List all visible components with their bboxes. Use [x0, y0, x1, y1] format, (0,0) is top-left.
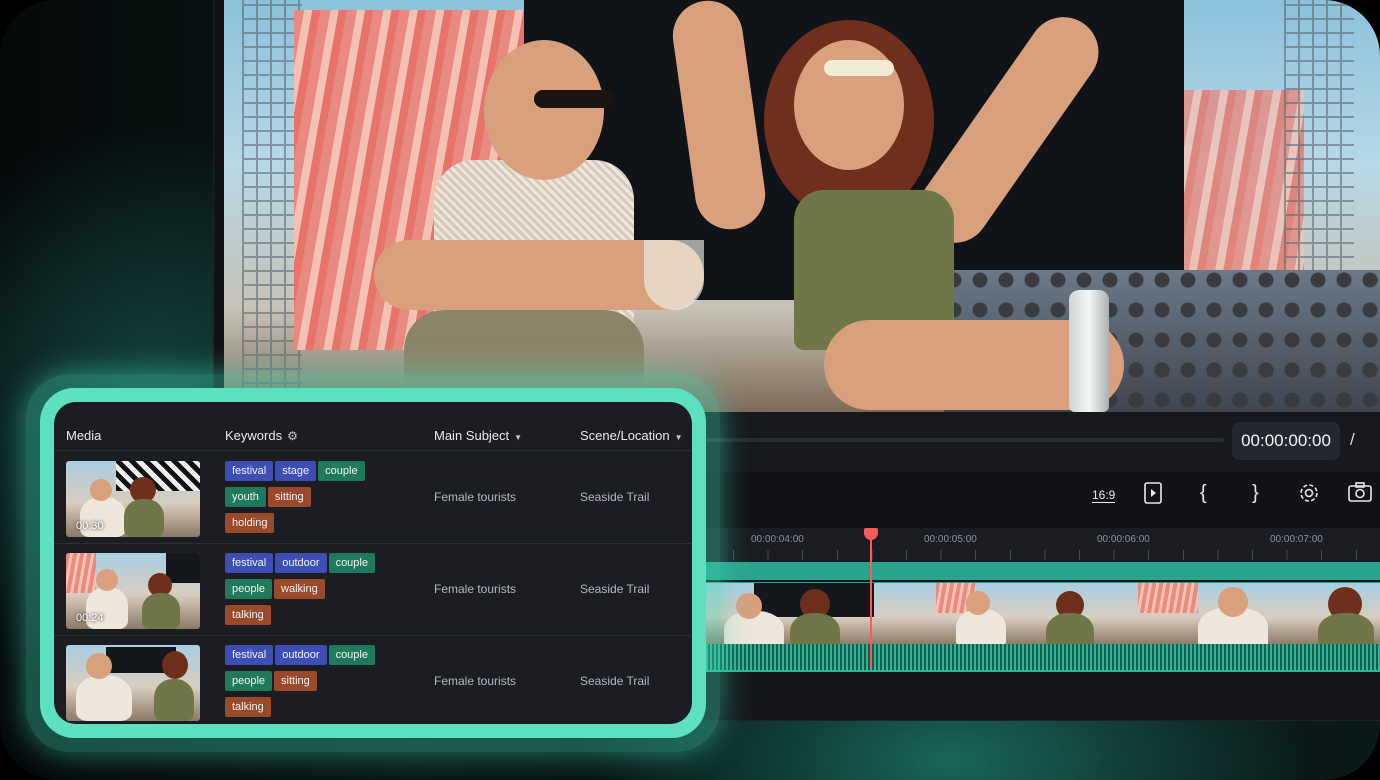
video-clip-header[interactable] — [694, 562, 1380, 580]
keyword-tags: festival outdoor couple people sitting talk… — [225, 645, 400, 723]
column-scene-location[interactable]: Scene/Location ▼ — [580, 428, 683, 443]
column-scene-location-label: Scene/Location — [580, 428, 670, 443]
keyword-tag[interactable]: talking — [225, 697, 271, 717]
woman-sunglasses — [824, 60, 894, 76]
clip-thumbnail — [694, 583, 916, 645]
keyword-tag[interactable]: youth — [225, 487, 266, 507]
man-figure — [364, 10, 704, 412]
media-thumbnail[interactable]: 00:30 — [66, 461, 200, 537]
keyword-tag[interactable]: holding — [225, 513, 275, 533]
keyword-settings-icon[interactable]: ⚙ — [287, 429, 298, 443]
timecode-separator: / — [1350, 430, 1355, 449]
media-duration: 00:24 — [76, 612, 104, 624]
audio-waveform[interactable] — [694, 644, 1380, 670]
mark-in-icon[interactable]: { — [1200, 482, 1207, 505]
playhead-line[interactable] — [870, 528, 872, 668]
column-main-subject[interactable]: Main Subject ▼ — [434, 428, 522, 443]
bottle — [1069, 290, 1109, 412]
keyword-tag[interactable]: people — [225, 671, 273, 691]
aspect-ratio-icon[interactable]: 16:9 — [1092, 488, 1116, 503]
keyword-tag[interactable]: people — [225, 579, 273, 599]
keyword-tag[interactable]: couple — [328, 645, 375, 665]
mark-out-icon[interactable]: } — [1252, 482, 1259, 505]
audio-baseline — [694, 670, 1380, 672]
stage-scaffold-right — [1284, 0, 1354, 300]
keyword-tag[interactable]: stage — [275, 461, 317, 481]
media-thumbnail[interactable]: 00:24 — [66, 553, 200, 629]
column-keywords-label: Keywords — [225, 428, 283, 443]
keyword-tag[interactable]: festival — [225, 645, 274, 665]
snapshot-icon[interactable] — [1348, 482, 1372, 508]
video-clip-thumbnails[interactable] — [694, 582, 1380, 645]
keyword-tag[interactable]: outdoor — [275, 553, 327, 573]
timecode-display: 00:00:00:00 — [1232, 422, 1340, 460]
table-header: Media Keywords ⚙ Main Subject ▼ Scene/Loca… — [54, 420, 692, 451]
table-row[interactable]: 00:24 festival outdoor couple people walkin… — [54, 543, 692, 636]
column-main-subject-label: Main Subject — [434, 428, 510, 443]
keyword-tag[interactable]: couple — [328, 553, 375, 573]
column-media[interactable]: Media — [66, 428, 101, 443]
ruler-label: 00:00:06:00 — [1097, 534, 1150, 545]
app-canvas: 00:00:00:00 / 16:9 { } 00:00:04:00 00:00… — [0, 0, 1380, 780]
media-duration: 00:30 — [76, 520, 104, 532]
preview-toolbar: 16:9 { } — [1074, 470, 1380, 522]
keyword-tag[interactable]: walking — [274, 579, 325, 599]
sort-caret-icon[interactable]: ▼ — [675, 433, 683, 442]
man-sunglasses — [534, 90, 614, 108]
video-preview[interactable] — [224, 0, 1380, 412]
ruler-label: 00:00:07:00 — [1270, 534, 1323, 545]
keyword-tag[interactable]: sitting — [274, 671, 317, 691]
scene-location-cell: Seaside Trail — [580, 582, 650, 596]
column-keywords[interactable]: Keywords ⚙ — [225, 428, 298, 443]
clip-thumbnail — [916, 583, 1138, 645]
clip-thumbnail — [1138, 583, 1380, 645]
table-row[interactable]: 00:30 festival stage couple youth sitting h… — [54, 451, 692, 544]
keyword-tag[interactable]: talking — [225, 605, 271, 625]
scene-location-cell: Seaside Trail — [580, 490, 650, 504]
preview-window-icon[interactable] — [1144, 482, 1162, 510]
keyword-tags: festival outdoor couple people walking talk… — [225, 553, 400, 631]
keyword-tag[interactable]: outdoor — [275, 645, 327, 665]
ruler-label: 00:00:05:00 — [924, 534, 977, 545]
main-subject-cell: Female tourists — [434, 674, 517, 688]
woman-arm-left — [668, 0, 770, 234]
keyword-tag[interactable]: couple — [318, 461, 365, 481]
sort-caret-icon[interactable]: ▼ — [514, 433, 522, 442]
main-subject-cell: Female tourists — [434, 582, 517, 596]
settings-icon[interactable] — [1298, 482, 1320, 510]
main-subject-cell: Female tourists — [434, 490, 517, 504]
man-head — [484, 40, 604, 180]
table-row[interactable]: festival outdoor couple people sitting talk… — [54, 635, 692, 724]
playback-track[interactable] — [704, 438, 1224, 442]
stage-scaffold — [242, 0, 302, 412]
keyword-tag[interactable]: festival — [225, 553, 274, 573]
woman-figure — [668, 0, 1124, 412]
keyword-tag[interactable]: sitting — [267, 487, 311, 507]
media-thumbnail[interactable] — [66, 645, 200, 721]
scene-location-cell: Seaside Trail — [580, 674, 650, 688]
media-table-panel: Media Keywords ⚙ Main Subject ▼ Scene/Loca… — [54, 402, 692, 724]
keyword-tags: festival stage couple youth sitting holding — [225, 461, 400, 539]
keyword-tag[interactable]: festival — [225, 461, 274, 481]
ruler-label: 00:00:04:00 — [751, 534, 804, 545]
